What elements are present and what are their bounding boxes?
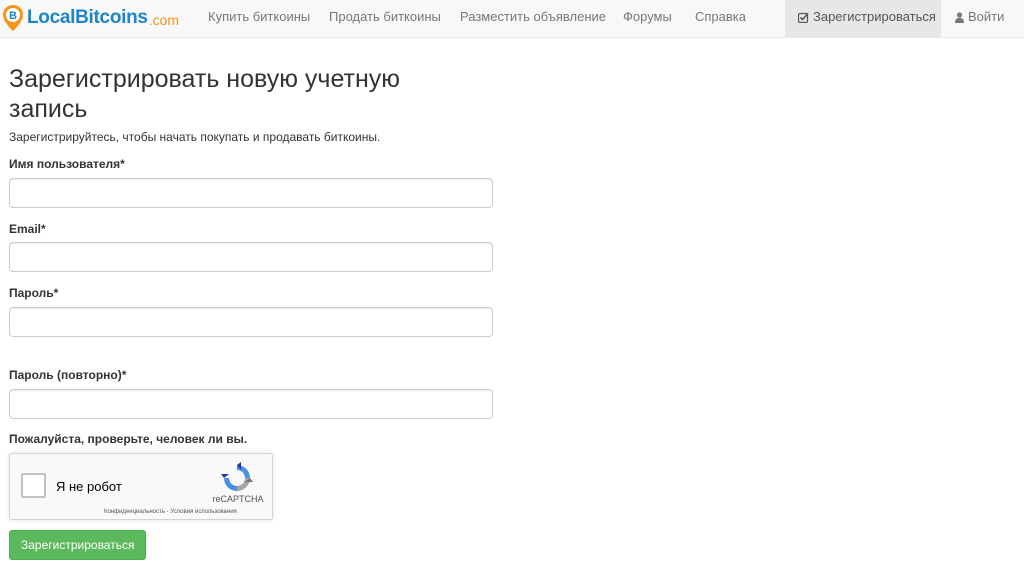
check-square-icon — [797, 2, 809, 36]
register-submit-button[interactable]: Зарегистрироваться — [9, 530, 147, 560]
password-input[interactable] — [9, 307, 493, 337]
top-navbar: B LocalBitcoins .com Купить биткоины Про… — [0, 0, 1024, 38]
user-icon — [955, 2, 964, 36]
recaptcha-logo-icon — [221, 462, 253, 494]
recaptcha-label: Я не робот — [56, 479, 122, 494]
nav-help[interactable]: Справка — [695, 0, 746, 37]
brand-name: LocalBitcoins — [27, 7, 148, 28]
brand-tld: .com — [148, 11, 180, 28]
username-label: Имя пользователя* — [9, 157, 125, 171]
page-subtitle: Зарегистрируйтесь, чтобы начать покупать… — [9, 130, 381, 144]
nav-forums[interactable]: Форумы — [623, 0, 672, 37]
brand-logo-link[interactable]: B LocalBitcoins .com — [2, 4, 179, 32]
nav-login[interactable]: Войти — [955, 0, 1004, 37]
recaptcha-widget: Я не робот reCAPTCHA Конфиденциальность … — [9, 453, 273, 520]
captcha-prompt: Пожалуйста, проверьте, человек ли вы. — [9, 432, 248, 446]
password-label: Пароль* — [9, 286, 59, 300]
nav-sell-bitcoins[interactable]: Продать биткоины — [329, 0, 441, 37]
email-input[interactable] — [9, 242, 493, 272]
nav-login-label: Войти — [968, 9, 1005, 24]
recaptcha-brand: reCAPTCHA — [212, 494, 264, 504]
bitcoin-pin-logo-icon: B — [2, 4, 24, 32]
recaptcha-checkbox[interactable] — [21, 473, 46, 498]
password-repeat-label: Пароль (повторно)* — [9, 368, 127, 382]
nav-post-ad[interactable]: Разместить объявление — [460, 0, 606, 37]
password-repeat-input[interactable] — [9, 389, 493, 419]
nav-buy-bitcoins[interactable]: Купить биткоины — [208, 0, 310, 37]
nav-register[interactable]: Зарегистрироваться — [785, 0, 941, 37]
page-title: Зарегистрировать новую учетную запись — [9, 65, 401, 123]
username-input[interactable] — [9, 178, 493, 208]
svg-text:B: B — [9, 10, 17, 22]
recaptcha-terms-link[interactable]: Конфиденциальность - Условия использован… — [104, 509, 237, 515]
email-label: Email* — [9, 222, 46, 236]
nav-register-label: Зарегистрироваться — [813, 9, 936, 24]
